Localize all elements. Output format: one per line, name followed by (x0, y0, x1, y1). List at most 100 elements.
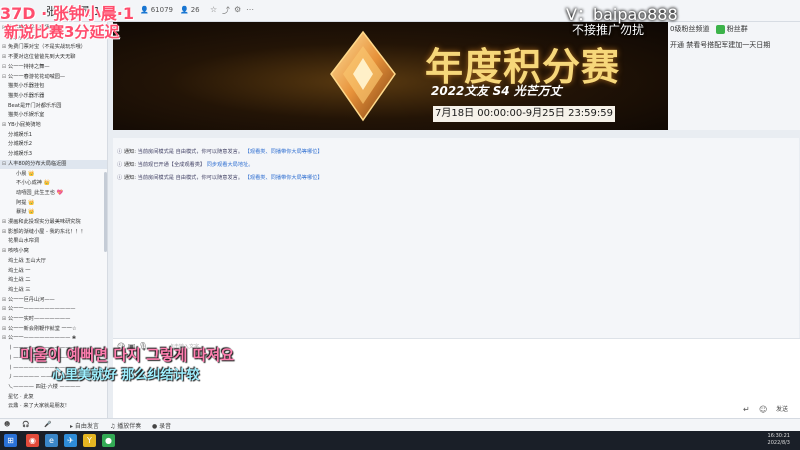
more-icon[interactable]: ⋯ (246, 5, 254, 14)
sidebar-item-label: 免费门票对宝（不是实战玩乐哦） (8, 44, 86, 51)
event-banner[interactable]: 年度积分赛 2022文友 S4 光芒万丈 7月18日 00:00:00-9月25… (113, 22, 668, 130)
info-icon: ⓘ (117, 149, 124, 155)
share-icon[interactable]: ⤴ (222, 5, 230, 16)
expand-icon[interactable]: ⊞ (0, 296, 8, 305)
yy-icon[interactable]: Y (83, 434, 96, 447)
sidebar-item-label: 云鼎 · 来了大家就是朋友! (8, 403, 67, 410)
sidebar-item-label: 坞土战 一 (8, 267, 31, 274)
banner-date-range: 7月18日 00:00:00-9月25日 23:59:59 (433, 106, 615, 122)
sidebar-item[interactable]: 暴狱 👑 (0, 208, 107, 217)
mic-toggle-icon[interactable]: 🎤 (44, 421, 51, 428)
person-icon: 👤 (180, 6, 189, 14)
sidebar-item[interactable]: Beat是开门对都乐乐园 (0, 102, 107, 111)
start-icon[interactable]: ⊞ (4, 434, 17, 447)
system-clock: 16:30:21 2022/8/3 (767, 433, 790, 446)
banner-subtitle: 2022文友 S4 光芒万丈 (431, 84, 562, 98)
sidebar-item[interactable]: 花果山水帘洞 (0, 237, 107, 246)
sidebar-item-label: 花果山水帘洞 (8, 238, 40, 245)
notice-text: 当前房间模式是 自由模式，你可以随意发言。 (137, 149, 244, 155)
sidebar-item-label: 动嘻园_此生王也 💖 (16, 189, 64, 196)
sidebar-item[interactable]: ⊟ 人丰80的分布大局临近圈 (0, 159, 107, 169)
wechat-icon (715, 24, 725, 34)
sidebar-item-label: 乀———— 四驻·六楼 ———— (8, 383, 81, 390)
sidebar-item[interactable]: ⊞ 公一一新会刚鞭作就堂 一一☆ (0, 325, 107, 334)
notice-link[interactable]: 同步观看大局地址。 (207, 162, 254, 168)
sidebar-item[interactable]: ⊞ 免费门票对宝（不是实战玩乐哦） (0, 43, 107, 52)
expand-icon[interactable]: ⊟ (0, 63, 8, 72)
browser-icon[interactable]: ◉ (26, 434, 39, 447)
sidebar-item[interactable]: 坞土战 五山大厅 (0, 257, 107, 266)
expand-icon[interactable]: ⊞ (0, 247, 8, 256)
sidebar-item[interactable]: ⊞ 漫画和此投现实分最美味研究院 (0, 218, 107, 227)
expand-icon[interactable]: ⊞ (0, 43, 8, 52)
sidebar-item[interactable]: ⊞ YB小屁英骑地 (0, 121, 107, 130)
crystal-trophy-icon (330, 30, 396, 122)
sidebar-item[interactable]: 分城娱乐3 (0, 150, 107, 159)
sidebar-item[interactable]: ⊟ 公一一持持之舞— (0, 63, 107, 72)
sidebar-item[interactable]: 动嘻园_此生王也 💖 (0, 189, 107, 198)
expand-icon[interactable]: ⊞ (0, 334, 8, 343)
sidebar-item[interactable]: ⊞ 公一一—————————— (0, 305, 107, 314)
sidebar-item[interactable]: 坞土战 三 (0, 286, 107, 295)
sidebar-item[interactable]: ⊞ 公一一————————— ❀ (0, 334, 107, 343)
notice-link[interactable]: 【观看类、同播带你大局等哪位】 (245, 175, 323, 181)
notice-link[interactable]: 【观看类、同播带你大局等哪位】 (245, 149, 323, 155)
sidebar-item[interactable]: 星忆 · 此复 (0, 393, 107, 402)
sidebar-item-label: 公一一新会刚鞭作就堂 一一☆ (8, 325, 77, 332)
subscribe-row[interactable]: 开通 禁看号搭配军建加一天日期 (670, 40, 770, 50)
send-options-icon[interactable]: ↵ (743, 405, 750, 414)
sidebar-item[interactable]: 小晨 👑 (0, 170, 107, 179)
sidebar-item[interactable]: 分城娱乐2 (0, 140, 107, 149)
sidebar-item[interactable]: 乀———— 四驻·六楼 ———— (0, 383, 107, 392)
sidebar-item[interactable]: ⊞ 公一一实时——————— (0, 315, 107, 324)
star-icon[interactable]: ☆ (210, 5, 217, 14)
accompaniment-button[interactable]: ♫ 播放伴奏 (110, 421, 141, 430)
sidebar-item[interactable]: ⊞ 公一一巨丹山河—— (0, 296, 107, 305)
sidebar-item-label: 影部的渐缝小屋 - 我的东北！！！ (8, 228, 86, 235)
avatar[interactable]: ☻ (4, 421, 10, 428)
chrome-icon[interactable]: ● (102, 434, 115, 447)
headphone-icon[interactable]: 🎧 (22, 421, 29, 428)
system-notice: ⓘ 通知: 当前观已开通【全成观看类】 同步观看大局地址。 (117, 161, 253, 168)
app-icon[interactable]: ✈ (64, 434, 77, 447)
sidebar-item[interactable]: ⊞ 不要对这位爸爸先到大天无聊 (0, 53, 107, 62)
expand-icon[interactable]: ⊞ (0, 53, 8, 62)
fan-level-row[interactable]: 0级粉丝频道 粉丝群 (670, 24, 748, 34)
sidebar-item[interactable]: ⊟ 公一一春游花花动喊园— (0, 73, 107, 82)
expand-icon[interactable]: ⊞ (0, 325, 8, 334)
sidebar-item[interactable]: ⊞ 咳咳小窝 (0, 247, 107, 256)
sidebar-item-label: 不要对这位爸爸先到大天无聊 (8, 54, 76, 61)
online-count: 👤 26 (180, 6, 200, 14)
settings-icon[interactable]: ⚙ (234, 5, 241, 14)
sidebar-item[interactable]: 坞土战 二 (0, 276, 107, 285)
expand-icon[interactable]: ⊞ (0, 228, 8, 237)
expand-icon[interactable]: ⊞ (0, 315, 8, 324)
delay-notice-overlay: 新说比赛3分延迟 (4, 23, 120, 41)
expand-icon[interactable]: ⊞ (0, 218, 8, 227)
sidebar-item[interactable]: 分城娱乐1 (0, 131, 107, 140)
sidebar-item[interactable]: 云鼎 · 来了大家就是朋友! (0, 402, 107, 411)
sidebar-item[interactable]: 猫类小乐娱乐室 (0, 111, 107, 120)
free-speech-button[interactable]: ▸ 自由发言 (70, 421, 99, 430)
sidebar-item-label: 漫画和此投现实分最美味研究院 (8, 219, 81, 225)
sidebar-item[interactable]: 猫类小乐器挂包 (0, 82, 107, 91)
sidebar-item[interactable]: 坞土战 一 (0, 267, 107, 276)
sidebar-item-label: YB小屁英骑地 (8, 122, 41, 128)
sidebar-item[interactable]: 阿提 👑 (0, 199, 107, 208)
sidebar-item-label: 分城娱乐1 (8, 131, 33, 138)
sidebar-item-label: Beat是开门对都乐乐园 (8, 102, 62, 109)
send-button[interactable]: 发送 (771, 405, 793, 415)
expand-icon[interactable]: ⊞ (0, 121, 8, 130)
expand-icon[interactable]: ⊞ (0, 305, 8, 314)
expand-icon[interactable]: ⊟ (0, 160, 8, 169)
record-button[interactable]: ● 录音 (152, 421, 171, 430)
chat-more-icon[interactable]: ☺ (759, 405, 767, 414)
sidebar-item[interactable]: ⊞ 影部的渐缝小屋 - 我的东北！！！ (0, 228, 107, 237)
bottom-toolbar: ☻ 🎧 🎤 ▸ 自由发言 ♫ 播放伴奏 ● 录音 (0, 418, 800, 431)
expand-icon[interactable]: ⊟ (0, 73, 8, 82)
sidebar-item[interactable]: 不小心成神 👑 (0, 179, 107, 188)
sidebar-item[interactable]: 猫类小乐器乐器 (0, 92, 107, 101)
sidebar-item-label: 公一一持持之舞— (8, 63, 50, 70)
ie-icon[interactable]: e (45, 434, 58, 447)
lyric-korean: 미울이 예뻐면 다지 그렇게 따져요 (20, 346, 235, 364)
